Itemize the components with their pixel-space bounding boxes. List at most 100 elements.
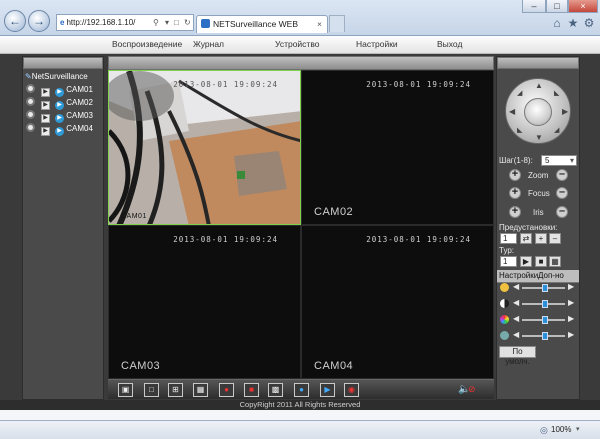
stop-all-icon[interactable]: ■	[244, 383, 259, 397]
arrow-up-icon[interactable]: ▲	[535, 81, 543, 90]
menu-settings[interactable]: Настройки	[356, 39, 398, 49]
address-bar[interactable]: e http://192.168.1.10/ ⚲ ▾ □ ↻	[56, 14, 194, 31]
home-icon[interactable]: ⌂	[550, 16, 564, 30]
tour-start-button[interactable]: ▶	[520, 256, 532, 267]
menu-exit[interactable]: Выход	[437, 39, 462, 49]
ptz-center-button[interactable]	[524, 98, 552, 126]
split-view-icon[interactable]: ▦	[193, 383, 208, 397]
arrow-down-right-icon[interactable]: ◢	[554, 126, 559, 134]
arrow-down-left-icon[interactable]: ◣	[517, 126, 522, 134]
copyright: CopyRight 2011 All Rights Reserved	[0, 400, 600, 410]
iris-open-button[interactable]: +	[509, 206, 521, 218]
slider-increase-icon[interactable]: ▶	[568, 282, 574, 291]
slider-decrease-icon[interactable]: ◀	[513, 330, 519, 339]
tab-settings[interactable]: Настройки	[499, 271, 538, 280]
single-view-icon[interactable]: □	[144, 383, 159, 397]
camera-icon[interactable]: ▶	[55, 127, 64, 136]
left-panel-header	[23, 57, 103, 69]
menu-log[interactable]: Журнал	[193, 39, 224, 49]
gear-icon[interactable]: ⚙	[582, 16, 596, 30]
video-cell-1[interactable]: 2013-08-01 19:09:24 CAM01	[108, 70, 301, 225]
video-cell-4[interactable]: 2013-08-01 19:09:24 CAM04	[301, 225, 494, 379]
iris-close-button[interactable]: –	[556, 206, 568, 218]
tree-item-cam03[interactable]: ▶ ▶ CAM03	[23, 109, 103, 123]
default-button[interactable]: По умолч.	[499, 346, 536, 366]
new-tab-button[interactable]	[329, 15, 345, 32]
slider-decrease-icon[interactable]: ◀	[513, 298, 519, 307]
preset-input[interactable]: 1	[500, 233, 517, 244]
focus-in-button[interactable]: +	[509, 187, 521, 199]
tree-item-cam04[interactable]: ▶ ▶ CAM04	[23, 122, 103, 136]
refresh-icon[interactable]: ↻	[184, 15, 191, 30]
focus-out-button[interactable]: –	[556, 187, 568, 199]
record-icon[interactable]	[26, 110, 35, 119]
slider-decrease-icon[interactable]: ◀	[513, 282, 519, 291]
close-window-button[interactable]: ×	[568, 0, 598, 13]
compat-icon[interactable]: □	[174, 15, 179, 30]
zoom-level[interactable]: 100%	[551, 425, 571, 434]
menu-playback[interactable]: Воспроизведение	[112, 39, 182, 49]
browser-tab[interactable]: NETSurveillance WEB ×	[196, 15, 328, 33]
timestamp: 2013-08-01 19:09:24	[173, 235, 278, 244]
menu-device[interactable]: Устройство	[275, 39, 319, 49]
slider-knob[interactable]	[542, 332, 549, 340]
slider-knob[interactable]	[542, 284, 549, 292]
video-toolbar: ▣ □ ⊞ ▦ ● ■ ▩ ● ▶ ◉ 🔈 ⊘	[108, 379, 494, 399]
step-select[interactable]: 5 ▾	[541, 155, 577, 166]
zoom-out-button[interactable]: –	[556, 169, 568, 181]
tour-grid-button[interactable]: ▦	[549, 256, 561, 267]
record-icon[interactable]	[26, 84, 35, 93]
tree-item-cam02[interactable]: ▶ ▶ CAM02	[23, 96, 103, 110]
chevron-down-icon: ▾	[569, 156, 574, 165]
brightness-icon	[500, 283, 509, 292]
favorites-icon[interactable]: ★	[566, 16, 580, 30]
presets-label: Предустановки:	[499, 223, 558, 232]
slider-decrease-icon[interactable]: ◀	[513, 314, 519, 323]
preset-goto-button[interactable]: ⇄	[520, 233, 532, 244]
preset-add-button[interactable]: +	[535, 233, 547, 244]
arrow-up-right-icon[interactable]: ◣	[554, 89, 559, 97]
play-icon[interactable]: ▶	[41, 127, 50, 136]
tour-input[interactable]: 1	[500, 256, 517, 267]
slider-knob[interactable]	[542, 316, 549, 324]
forward-icon[interactable]: →	[28, 10, 50, 32]
chevron-down-icon[interactable]: ▾	[576, 425, 580, 433]
slider-increase-icon[interactable]: ▶	[568, 330, 574, 339]
arrow-up-left-icon[interactable]: ◢	[517, 89, 522, 97]
minimize-button[interactable]: –	[522, 0, 546, 13]
zoom-in-button[interactable]: +	[509, 169, 521, 181]
arrow-left-icon[interactable]: ◀	[509, 107, 515, 116]
tour-stop-button[interactable]: ■	[535, 256, 547, 267]
arrow-down-icon[interactable]: ▼	[535, 133, 543, 142]
search-icon[interactable]: ⚲	[153, 15, 159, 30]
maximize-button[interactable]: □	[546, 0, 568, 13]
close-all-icon[interactable]: ◉	[344, 383, 359, 397]
snapshot-icon[interactable]: ▩	[268, 383, 283, 397]
tree-item-cam01[interactable]: ▶ ▶ CAM01	[23, 83, 103, 97]
preset-delete-button[interactable]: –	[549, 233, 561, 244]
record-icon[interactable]	[26, 97, 35, 106]
play-all-icon[interactable]: ▶	[320, 383, 335, 397]
tree-root[interactable]: ✎NetSurveillance	[23, 69, 103, 83]
zoom-label: Zoom	[528, 171, 549, 180]
slider-increase-icon[interactable]: ▶	[568, 298, 574, 307]
arrow-right-icon[interactable]: ▶	[562, 107, 568, 116]
dropdown-icon[interactable]: ▾	[165, 15, 169, 30]
color-icon[interactable]: ●	[294, 383, 309, 397]
back-icon[interactable]: ←	[4, 10, 26, 32]
app-menu-bar: Воспроизведение Журнал Устройство Настро…	[0, 36, 600, 54]
close-tab-icon[interactable]: ×	[317, 16, 322, 33]
record-all-icon[interactable]: ●	[219, 383, 234, 397]
quad-view-icon[interactable]: ⊞	[168, 383, 183, 397]
video-grid: 2013-08-01 19:09:24 CAM01 2013-08-01 19:…	[108, 70, 494, 379]
slider-increase-icon[interactable]: ▶	[568, 314, 574, 323]
slider-knob[interactable]	[542, 300, 549, 308]
video-cell-2[interactable]: 2013-08-01 19:09:24 CAM02	[301, 70, 494, 225]
browser-content-gap	[0, 410, 600, 420]
record-icon[interactable]	[26, 123, 35, 132]
tab-extra[interactable]: Доп-но	[538, 271, 564, 280]
video-cell-3[interactable]: 2013-08-01 19:09:24 CAM03	[108, 225, 301, 379]
mute-icon[interactable]: ⊘	[468, 384, 476, 395]
favicon-icon	[201, 19, 210, 28]
fullscreen-icon[interactable]: ▣	[118, 383, 133, 397]
